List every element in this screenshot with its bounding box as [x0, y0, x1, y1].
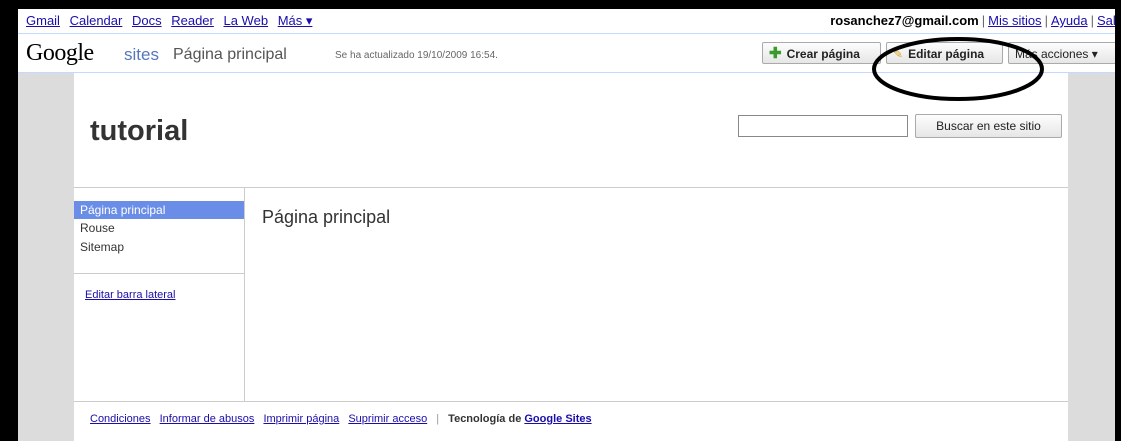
- google-sites-link[interactable]: Google Sites: [524, 413, 591, 425]
- edit-page-label: Editar página: [908, 47, 985, 61]
- more-actions-button[interactable]: Más acciones ▾: [1008, 42, 1115, 64]
- help-link[interactable]: Ayuda: [1051, 13, 1088, 28]
- sign-out-link[interactable]: Salir: [1097, 13, 1115, 28]
- sidebar-item-home[interactable]: Página principal: [74, 201, 244, 219]
- terms-link[interactable]: Condiciones: [90, 413, 151, 425]
- page-gutter-left: [18, 73, 74, 441]
- google-top-nav: Gmail Calendar Docs Reader La Web Más ▾ …: [18, 9, 1115, 33]
- separator: |: [436, 413, 440, 425]
- site-canvas: tutorial Buscar en este sitio Página pri…: [74, 73, 1068, 441]
- nav-docs-link[interactable]: Docs: [132, 13, 162, 28]
- sidebar-item-sitemap[interactable]: Sitemap: [74, 238, 244, 257]
- more-actions-label: Más acciones ▾: [1015, 47, 1098, 61]
- powered-by: Tecnología de Google Sites: [448, 413, 591, 425]
- plus-icon: ✚: [769, 45, 782, 62]
- content-heading: Página principal: [262, 207, 391, 227]
- powered-by-prefix: Tecnología de: [448, 413, 522, 425]
- site-footer: Condiciones Informar de abusos Imprimir …: [90, 413, 592, 425]
- nav-calendar-link[interactable]: Calendar: [70, 13, 123, 28]
- site-sidebar: Página principal Rouse Sitemap: [74, 201, 244, 257]
- create-page-label: Crear página: [786, 47, 860, 61]
- separator: |: [1044, 13, 1048, 28]
- page-gutter-right: [1068, 73, 1115, 441]
- screenshot-frame-left: [0, 0, 18, 441]
- print-page-link[interactable]: Imprimir página: [263, 413, 339, 425]
- create-page-button[interactable]: ✚ Crear página: [762, 42, 881, 64]
- page-title: Página principal: [173, 46, 287, 63]
- site-search-input[interactable]: [738, 115, 908, 137]
- separator: |: [981, 13, 986, 28]
- my-sites-link[interactable]: Mis sitios: [988, 13, 1041, 28]
- last-updated-text: Se ha actualizado 19/10/2009 16:54.: [335, 50, 498, 61]
- nav-more-link[interactable]: Más ▾: [278, 13, 313, 28]
- separator: |: [1090, 13, 1094, 28]
- footer-divider: [74, 401, 1068, 402]
- header-divider: [74, 187, 1068, 188]
- sites-logo-text: sites: [124, 45, 159, 64]
- edit-sidebar-link[interactable]: Editar barra lateral: [85, 289, 176, 301]
- google-logo[interactable]: Google: [26, 40, 94, 67]
- nav-reader-link[interactable]: Reader: [171, 13, 214, 28]
- user-bar: rosanchez7@gmail.com | Mis sitios | Ayuda | Sa…: [830, 13, 1115, 28]
- browser-page: Gmail Calendar Docs Reader La Web Más ▾ …: [18, 9, 1115, 441]
- remove-access-link[interactable]: Suprimir acceso: [348, 413, 427, 425]
- product-links: Gmail Calendar Docs Reader La Web Más ▾: [26, 13, 318, 29]
- sidebar-item-rouse[interactable]: Rouse: [74, 219, 244, 238]
- sidebar-separator: [74, 273, 244, 274]
- screenshot-frame-right: [1115, 0, 1121, 441]
- edit-page-button[interactable]: ✎ Editar página: [886, 42, 1003, 64]
- nav-gmail-link[interactable]: Gmail: [26, 13, 60, 28]
- sites-header-bar: Google sites Página principal Se ha actu…: [18, 33, 1115, 73]
- pencil-icon: ✎: [893, 47, 904, 61]
- report-abuse-link[interactable]: Informar de abusos: [160, 413, 255, 425]
- sidebar-divider: [244, 187, 245, 401]
- nav-web-link[interactable]: La Web: [223, 13, 268, 28]
- screenshot-frame-top: [0, 0, 1121, 9]
- search-site-button[interactable]: Buscar en este sitio: [915, 114, 1062, 138]
- user-email: rosanchez7@gmail.com: [830, 13, 979, 28]
- site-title[interactable]: tutorial: [90, 115, 188, 148]
